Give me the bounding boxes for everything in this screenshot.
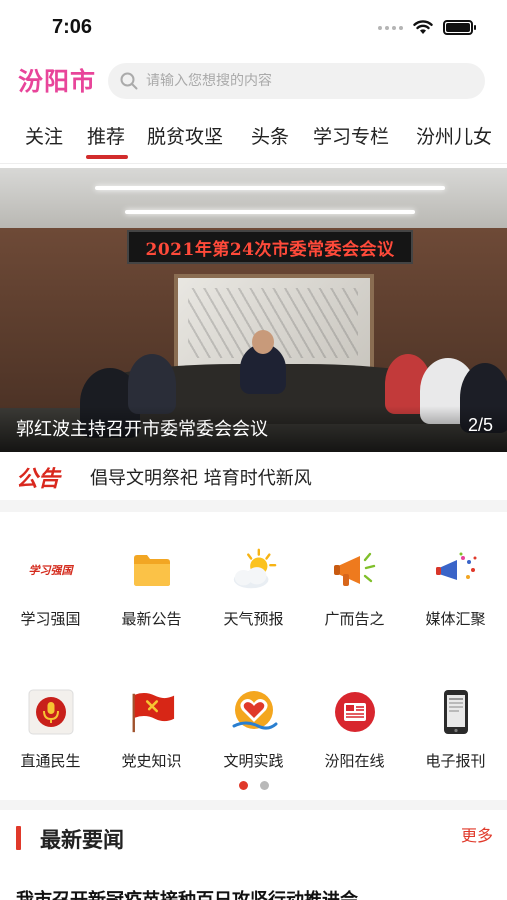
party-flag-icon bbox=[128, 688, 176, 736]
pager-dot-active[interactable] bbox=[238, 781, 248, 790]
grid-label: 直通民生 bbox=[20, 752, 81, 770]
more-link[interactable]: 更多 bbox=[461, 822, 493, 846]
tab-recommend[interactable]: 推荐 bbox=[87, 122, 125, 149]
grid-label: 学习强国 bbox=[20, 610, 81, 628]
search-input[interactable] bbox=[146, 73, 446, 89]
brand-logo: 汾阳市 bbox=[18, 67, 97, 96]
heart-badge-icon bbox=[230, 688, 278, 736]
search-icon bbox=[120, 72, 138, 90]
ceiling-light bbox=[125, 210, 415, 214]
phone-reader-icon bbox=[432, 688, 480, 736]
person-figure bbox=[128, 354, 176, 414]
latest-news-header: 最新要闻 更多 bbox=[0, 812, 507, 862]
grid-item-fenyang-online[interactable]: 汾阳在线 bbox=[304, 688, 405, 771]
grid-item-weather[interactable]: 天气预报 bbox=[203, 546, 304, 629]
app-header: 汾阳市 bbox=[0, 58, 507, 104]
ceiling-light bbox=[95, 186, 445, 190]
section-title: 最新要闻 bbox=[40, 828, 124, 852]
grid-item-livelihood[interactable]: 直通民生 bbox=[0, 688, 101, 771]
grid-item-latest-notice[interactable]: 最新公告 bbox=[101, 546, 202, 629]
banner-photo-ceiling bbox=[0, 168, 507, 228]
notice-bar[interactable]: 公告 倡导文明祭祀 培育时代新风 bbox=[0, 452, 507, 500]
status-icons bbox=[378, 20, 476, 35]
active-tab-indicator bbox=[86, 155, 128, 159]
megaphone-icon bbox=[331, 546, 379, 594]
grid-item-announcements[interactable]: 广而告之 bbox=[304, 546, 405, 629]
tab-headlines[interactable]: 头条 bbox=[251, 122, 289, 149]
banner-carousel[interactable]: 2021年第24次市委常委会会议 郭红波主持召开市委常委会会议 2/5 bbox=[0, 168, 507, 452]
grid-item-xuexi-qiangguo[interactable]: 学习强国 学习强国 bbox=[0, 546, 101, 629]
banner-screen-text: 2021年第24次市委常委会会议 bbox=[145, 239, 395, 260]
section-accent-bar bbox=[16, 826, 21, 850]
tab-study-column[interactable]: 学习专栏 bbox=[313, 122, 389, 149]
grid-item-party-history[interactable]: 党史知识 bbox=[101, 688, 202, 771]
grid-label: 媒体汇聚 bbox=[425, 610, 486, 628]
microphone-icon bbox=[27, 688, 75, 736]
notice-text[interactable]: 倡导文明祭祀 培育时代新风 bbox=[90, 464, 312, 490]
pager-dot[interactable] bbox=[259, 781, 269, 790]
folder-icon bbox=[128, 546, 176, 594]
grid-item-civilization-practice[interactable]: 文明实践 bbox=[203, 688, 304, 771]
banner-caption: 郭红波主持召开市委常委会会议 bbox=[16, 419, 268, 440]
media-megaphone-icon bbox=[432, 546, 480, 594]
grid-label: 广而告之 bbox=[324, 610, 385, 628]
grid-label: 天气预报 bbox=[223, 610, 284, 628]
grid-pager bbox=[0, 781, 507, 791]
news-item-title[interactable]: 我市召开新冠疫苗接种百日攻坚行动推进会 bbox=[16, 886, 358, 900]
tab-poverty-alleviation[interactable]: 脱贫攻坚 bbox=[147, 122, 223, 149]
grid-label: 最新公告 bbox=[121, 610, 182, 628]
search-bar[interactable] bbox=[108, 63, 485, 99]
banner-led-screen: 2021年第24次市委常委会会议 bbox=[127, 230, 413, 264]
section-divider bbox=[0, 500, 507, 512]
status-time: 7:06 bbox=[52, 16, 93, 38]
service-grid: 学习强国 学习强国 最新公告 天气预报 广而告之 媒体汇聚 直通民生 党史知识 … bbox=[0, 512, 507, 802]
notice-label: 公告 bbox=[16, 466, 61, 492]
grid-item-e-newspaper[interactable]: 电子报刊 bbox=[405, 688, 506, 771]
tab-follow[interactable]: 关注 bbox=[25, 122, 63, 149]
xuexi-logo-text: 学习强国 bbox=[28, 564, 73, 577]
section-divider bbox=[0, 800, 507, 810]
tab-fenzhou-people[interactable]: 汾州儿女 bbox=[416, 122, 492, 149]
banner-page-counter: 2/5 bbox=[467, 415, 493, 435]
category-tabs: 关注 推荐 脱贫攻坚 头条 学习专栏 汾州儿女 bbox=[0, 112, 507, 164]
wifi-icon bbox=[413, 20, 433, 34]
grid-label: 电子报刊 bbox=[425, 752, 486, 770]
grid-label: 党史知识 bbox=[121, 752, 182, 770]
grid-item-media[interactable]: 媒体汇聚 bbox=[405, 546, 506, 629]
battery-icon bbox=[443, 20, 476, 35]
xuexi-qiangguo-icon: 学习强国 bbox=[27, 546, 75, 594]
grid-label: 汾阳在线 bbox=[324, 752, 385, 770]
status-bar: 7:06 bbox=[0, 0, 507, 56]
news-badge-icon bbox=[331, 688, 379, 736]
sun-cloud-icon bbox=[230, 546, 278, 594]
grid-label: 文明实践 bbox=[223, 752, 284, 770]
person-head bbox=[252, 330, 274, 354]
signal-icon bbox=[378, 25, 403, 30]
